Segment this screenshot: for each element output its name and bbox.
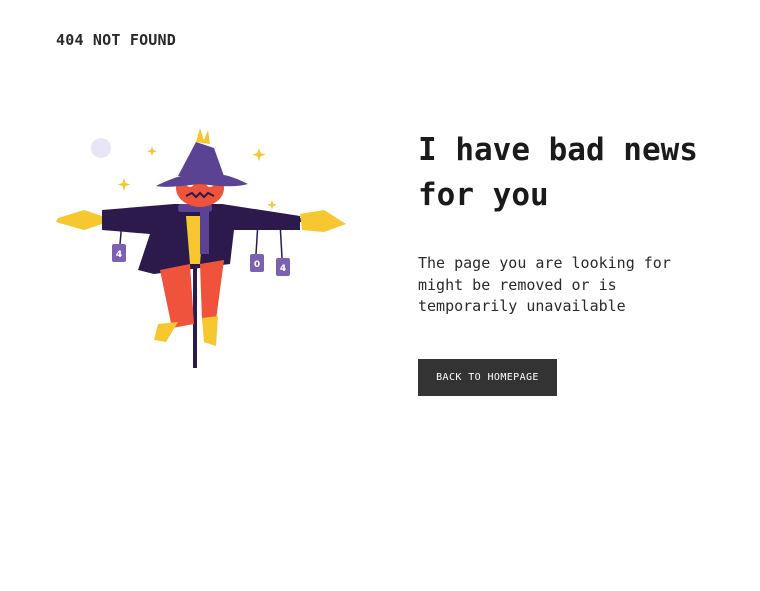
pants <box>200 260 224 320</box>
back-to-homepage-button[interactable]: BACK TO HOMEPAGE <box>418 359 557 396</box>
can-label: 4 <box>280 264 286 274</box>
headline: I have bad news for you <box>418 132 698 213</box>
hat <box>178 142 224 176</box>
can-label: 0 <box>254 260 260 270</box>
sparkle-icon <box>117 178 131 191</box>
right-straw-hand <box>300 210 346 232</box>
pole <box>193 264 197 368</box>
pants <box>160 264 194 328</box>
right-straw-foot <box>202 316 218 346</box>
sparkle-icon <box>146 146 158 157</box>
sparkle-icon <box>252 148 266 162</box>
brand-title: 404 NOT FOUND <box>56 31 176 49</box>
scarecrow-illustration: 4 0 4 <box>56 128 346 368</box>
moon-icon <box>91 138 111 158</box>
sparkle-icon <box>267 200 277 210</box>
hat-straw <box>196 128 210 144</box>
scarf-tail <box>200 210 209 254</box>
error-message: The page you are looking for might be re… <box>418 254 671 315</box>
left-straw-foot <box>154 322 178 342</box>
left-straw-hand <box>56 210 102 230</box>
can-label: 4 <box>116 250 122 260</box>
